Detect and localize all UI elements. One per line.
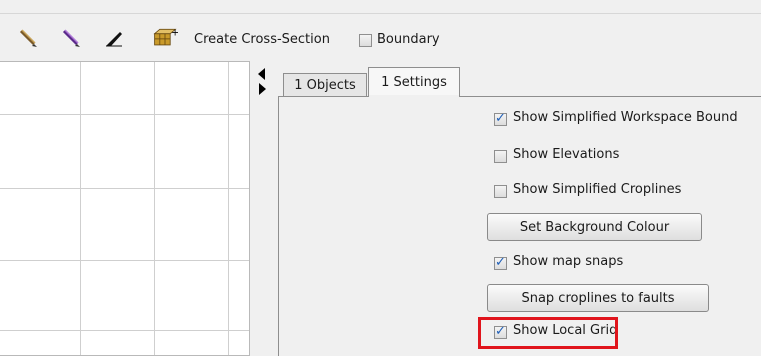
map-grid[interactable] bbox=[0, 61, 250, 356]
create-cross-section-icon[interactable]: + bbox=[152, 27, 178, 49]
tab-objects[interactable]: 1 Objects bbox=[283, 73, 367, 97]
collapse-left-icon[interactable] bbox=[258, 68, 265, 80]
grid-line bbox=[228, 62, 229, 355]
show-simplified-workspace-boundary-label[interactable]: Show Simplified Workspace Bound bbox=[513, 110, 738, 125]
pencil-brown-icon[interactable] bbox=[15, 27, 41, 49]
set-background-colour-button[interactable]: Set Background Colour bbox=[487, 213, 702, 241]
pencil-purple-icon[interactable] bbox=[58, 27, 84, 49]
show-simplified-croplines-checkbox[interactable] bbox=[494, 185, 507, 198]
knife-icon[interactable] bbox=[101, 27, 127, 49]
toolbar: + Create Cross-Section Boundary bbox=[0, 14, 761, 58]
boundary-label[interactable]: Boundary bbox=[377, 32, 440, 47]
tab-mask bbox=[369, 95, 459, 98]
top-strip bbox=[0, 0, 761, 14]
tab-settings[interactable]: 1 Settings bbox=[368, 67, 460, 97]
grid-line bbox=[80, 62, 81, 355]
show-map-snaps-label[interactable]: Show map snaps bbox=[513, 254, 623, 269]
boundary-checkbox[interactable] bbox=[359, 34, 372, 47]
grid-line bbox=[0, 330, 249, 331]
create-cross-section-label[interactable]: Create Cross-Section bbox=[194, 32, 330, 47]
expand-right-icon[interactable] bbox=[259, 83, 266, 95]
show-simplified-croplines-label[interactable]: Show Simplified Croplines bbox=[513, 182, 681, 197]
highlight-box bbox=[478, 317, 618, 349]
grid-line bbox=[0, 188, 249, 189]
show-elevations-checkbox[interactable] bbox=[494, 150, 507, 163]
grid-line bbox=[154, 62, 155, 355]
show-simplified-workspace-boundary-checkbox[interactable] bbox=[494, 111, 507, 126]
snap-croplines-to-faults-button[interactable]: Snap croplines to faults bbox=[487, 284, 709, 312]
show-map-snaps-checkbox[interactable] bbox=[494, 255, 507, 270]
grid-line bbox=[0, 260, 249, 261]
show-elevations-label[interactable]: Show Elevations bbox=[513, 147, 619, 162]
grid-line bbox=[0, 114, 249, 115]
svg-text:+: + bbox=[171, 27, 178, 38]
